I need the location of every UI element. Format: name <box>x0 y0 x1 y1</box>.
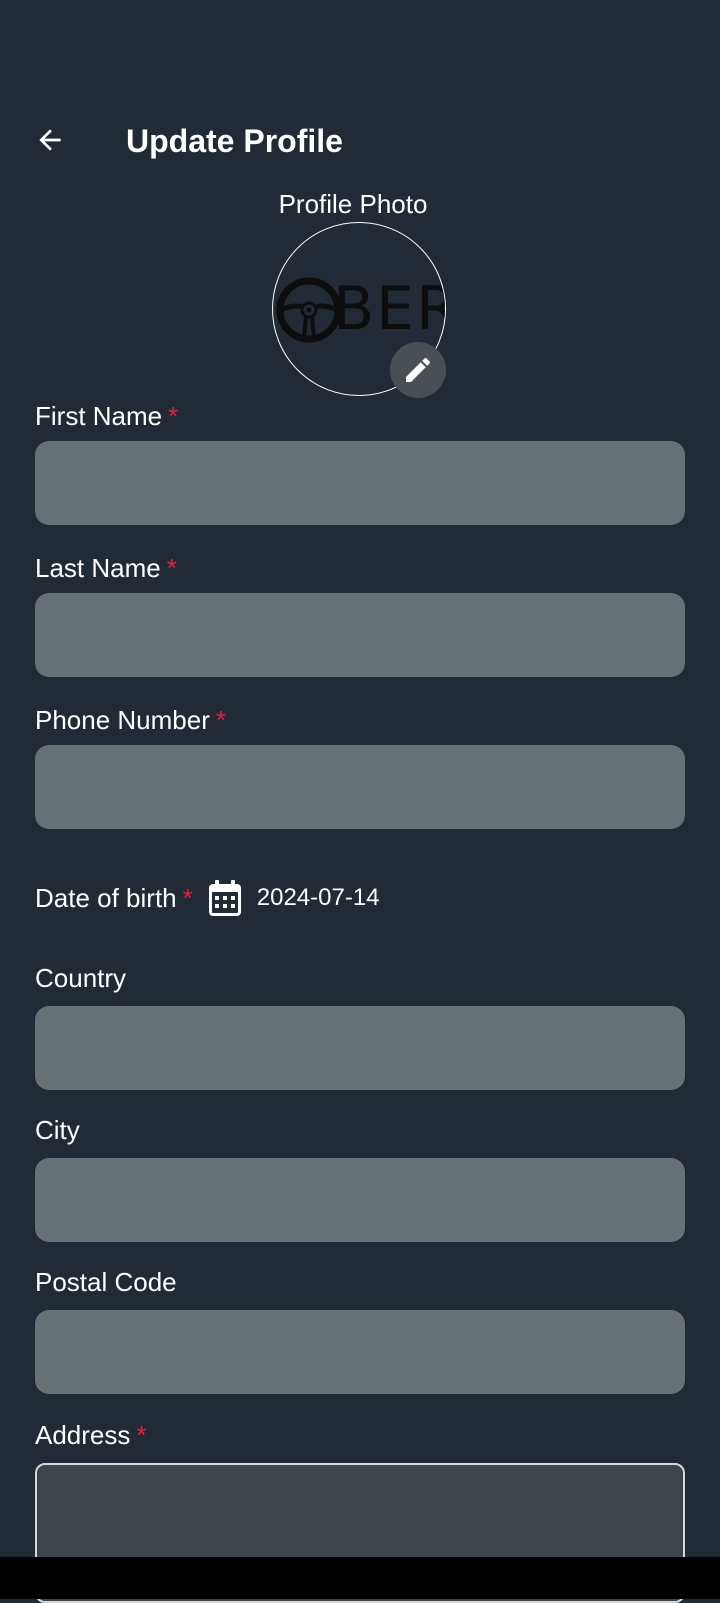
phone-number-input[interactable] <box>35 745 685 829</box>
required-asterisk: * <box>215 705 227 735</box>
date-of-birth-label: Date of birth * <box>35 883 193 913</box>
calendar-icon <box>208 880 241 916</box>
postal-code-input[interactable] <box>35 1310 685 1394</box>
required-asterisk: * <box>136 1420 147 1450</box>
edit-photo-button[interactable] <box>390 342 446 398</box>
first-name-label: First Name * <box>35 401 179 431</box>
date-of-birth-row: Date of birth * 2024-07-14 <box>35 878 380 918</box>
first-name-input[interactable] <box>35 441 685 525</box>
back-button[interactable] <box>28 118 72 162</box>
page-title: Update Profile <box>126 123 343 159</box>
phone-number-label: Phone Number * <box>35 705 227 735</box>
postal-code-label: Postal Code <box>35 1267 177 1297</box>
required-asterisk: * <box>182 883 193 913</box>
date-of-birth-value[interactable]: 2024-07-14 <box>257 880 380 916</box>
profile-photo-label: Profile Photo <box>278 189 428 219</box>
app-header: Update Profile <box>0 110 720 170</box>
required-asterisk: * <box>168 401 179 431</box>
address-label: Address * <box>35 1420 147 1450</box>
city-input[interactable] <box>35 1158 685 1242</box>
country-input[interactable] <box>35 1006 685 1090</box>
required-asterisk: * <box>166 553 177 583</box>
logo-text: BER <box>333 274 445 344</box>
system-navigation-bar <box>0 1557 720 1599</box>
last-name-input[interactable] <box>35 593 685 677</box>
profile-photo-section: BER <box>272 222 446 398</box>
city-label: City <box>35 1115 80 1145</box>
arrow-left-icon <box>39 129 61 151</box>
date-picker-button[interactable] <box>207 878 243 918</box>
pencil-icon <box>406 357 431 382</box>
country-label: Country <box>35 963 127 993</box>
last-name-label: Last Name * <box>35 553 177 583</box>
